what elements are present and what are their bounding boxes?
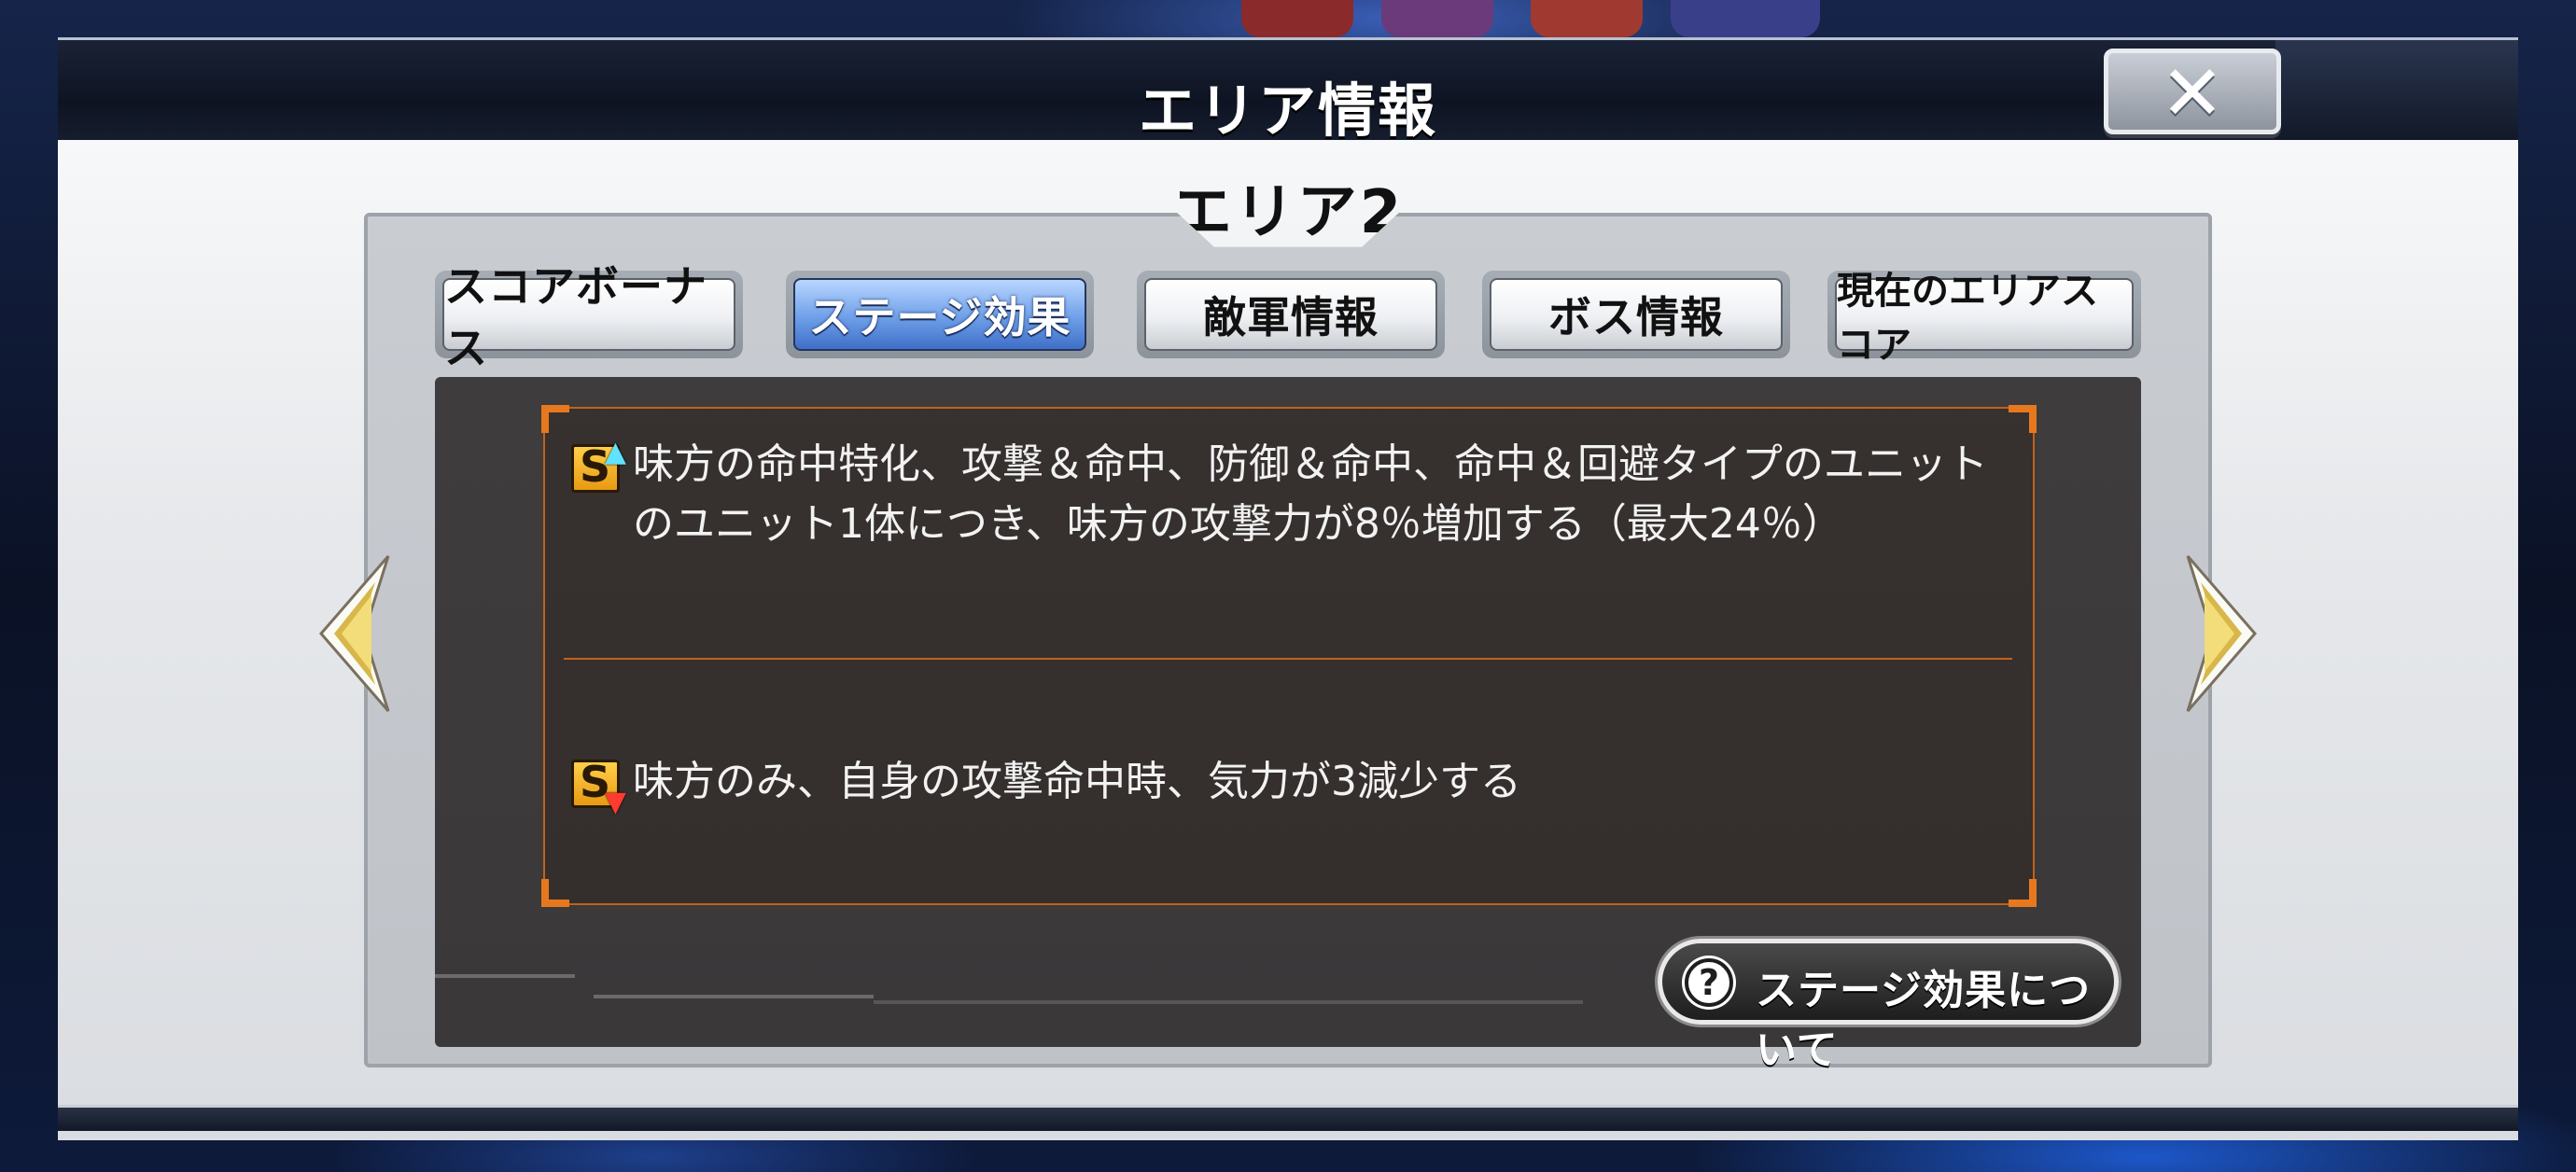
tab-label: 敵軍情報 [1144,278,1437,351]
background-character [1241,0,1353,37]
tab-enemy-info[interactable]: 敵軍情報 [1137,271,1445,358]
next-area-arrow-icon[interactable] [2186,554,2261,713]
corner-bracket [541,405,569,433]
tab-label: ステージ効果 [793,278,1086,351]
help-button-label: ステージ効果について [1756,967,2092,1074]
stage-debuff-icon: S ▼ [571,757,626,818]
corner-bracket [2009,879,2037,907]
corner-bracket [2009,405,2037,433]
arrow-up-icon: ▲ [604,436,626,468]
close-button[interactable]: ✕ [2104,49,2281,138]
effect-text: 味方のみ、自身の攻撃命中時、気力が3減少する [633,758,1521,805]
background-character [1671,0,1820,37]
tab-boss-info[interactable]: ボス情報 [1482,271,1790,358]
stage-buff-icon: S ▲ [571,436,626,493]
close-icon: ✕ [2160,49,2225,138]
panel-bottom-trim [58,1131,2518,1140]
tab-score-bonus[interactable]: スコアボーナス [435,261,743,373]
decorative-line [435,974,575,978]
decorative-line [594,995,874,998]
decorative-line [874,1000,1583,1004]
panel-bottom-bar [58,1105,2518,1134]
stage-effect-help-button[interactable]: ? ステージ効果について [1658,939,2119,1074]
tab-label: スコアボーナス [442,261,735,373]
help-icon: ? [1685,958,1733,1007]
tab-label: ボス情報 [1490,278,1783,351]
tab-current-area-score[interactable]: 現在のエリアスコア [1827,270,2141,367]
tab-stage-effect[interactable]: ステージ効果 [786,271,1094,358]
corner-bracket [541,879,569,907]
arrow-down-icon: ▼ [604,786,626,818]
tab-label: 現在のエリアスコア [1835,270,2134,367]
previous-area-arrow-icon[interactable] [315,554,390,713]
background-character [1531,0,1643,37]
effect-text: 味方の命中特化、攻撃＆命中、防御＆命中、命中＆回避タイプのユニットのユニット1体… [633,440,1988,548]
effect-divider [564,658,2012,660]
background-character [1381,0,1493,37]
